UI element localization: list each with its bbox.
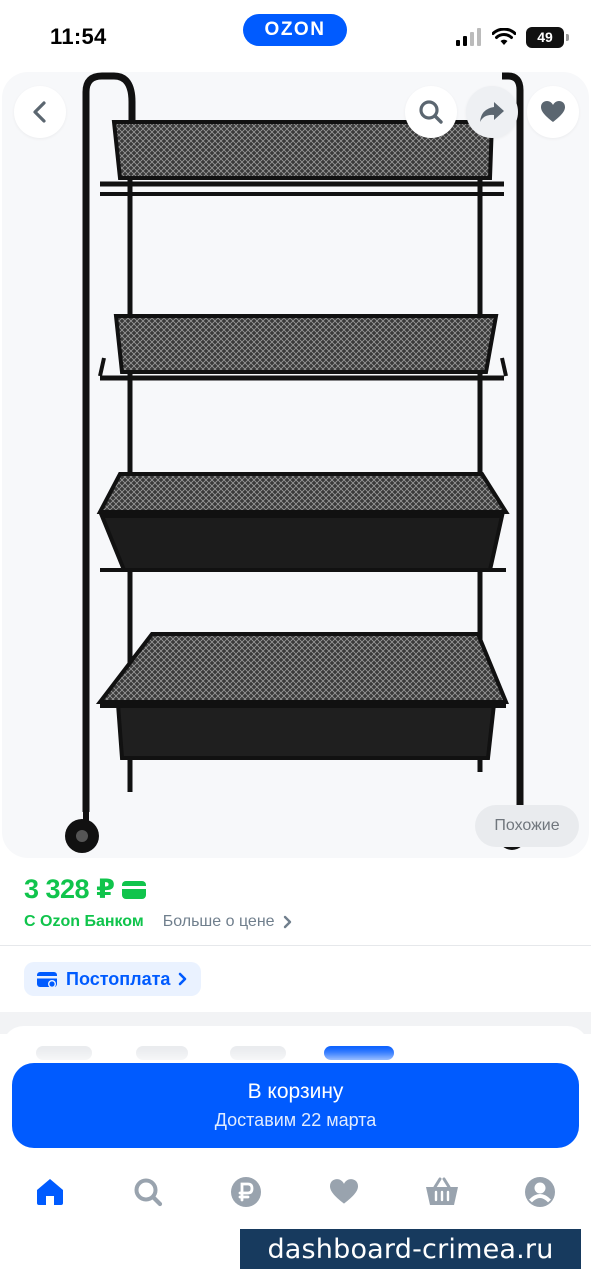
card-icon	[122, 880, 147, 899]
heart-icon	[541, 101, 565, 122]
home-icon	[37, 1179, 63, 1205]
more-about-price-link[interactable]: Больше о цене	[163, 913, 292, 931]
watermark: dashboard-crimea.ru	[240, 1229, 581, 1269]
product-image	[65, 72, 526, 853]
price: 3 328 ₽	[24, 874, 115, 904]
basket-icon	[426, 1177, 458, 1205]
option-chip-selected[interactable]	[324, 1046, 394, 1060]
profile-icon	[525, 1177, 555, 1207]
option-chip[interactable]	[230, 1046, 286, 1060]
share-button[interactable]	[466, 86, 518, 138]
nav-favorites[interactable]	[324, 1172, 364, 1212]
heart-icon	[330, 1179, 358, 1204]
search-icon	[134, 1178, 163, 1207]
nav-home[interactable]	[30, 1172, 70, 1212]
nav-profile[interactable]	[520, 1172, 560, 1212]
status-indicators: 49	[456, 25, 569, 49]
price-row: 3 328 ₽	[24, 874, 147, 905]
postpay-label: Постоплата	[66, 968, 171, 989]
status-time: 11:54	[50, 24, 107, 49]
price-details: С Ozon Банком Больше о цене	[24, 913, 292, 931]
battery-indicator: 49	[526, 26, 569, 48]
chevron-right-icon	[179, 972, 187, 986]
ozon-bank-label: С Ozon Банком	[24, 913, 144, 930]
option-chip[interactable]	[136, 1046, 188, 1060]
favorite-button[interactable]	[527, 86, 579, 138]
product-gallery[interactable]: Похожие	[2, 72, 589, 858]
calendar-card-icon	[37, 972, 57, 988]
wifi-icon	[492, 28, 516, 45]
add-to-cart-label: В корзину	[247, 1080, 344, 1103]
chevron-right-icon	[283, 915, 291, 929]
more-about-price-label: Больше о цене	[162, 913, 275, 930]
ruble-icon	[231, 1177, 261, 1207]
nav-finance[interactable]	[226, 1172, 266, 1212]
back-button[interactable]	[14, 86, 66, 138]
divider	[0, 945, 591, 946]
signal-icon	[456, 28, 481, 46]
delivery-date: Доставим 22 марта	[214, 1110, 377, 1130]
next-section-card	[2, 1026, 589, 1066]
nav-search[interactable]	[128, 1172, 168, 1212]
search-icon	[419, 100, 443, 124]
nav-cart[interactable]	[422, 1172, 462, 1212]
status-bar: 11:54 OZON 49	[0, 0, 591, 70]
similar-products-button[interactable]: Похожие	[475, 805, 579, 847]
add-to-cart-button[interactable]: В корзину Доставим 22 марта	[12, 1063, 579, 1148]
share-icon	[480, 102, 504, 122]
ozon-logo: OZON	[243, 14, 347, 46]
search-button[interactable]	[405, 86, 457, 138]
bottom-navigation	[0, 1160, 591, 1224]
option-chip[interactable]	[36, 1046, 92, 1060]
chevron-left-icon	[33, 101, 46, 123]
postpay-button[interactable]: Постоплата	[24, 962, 202, 996]
